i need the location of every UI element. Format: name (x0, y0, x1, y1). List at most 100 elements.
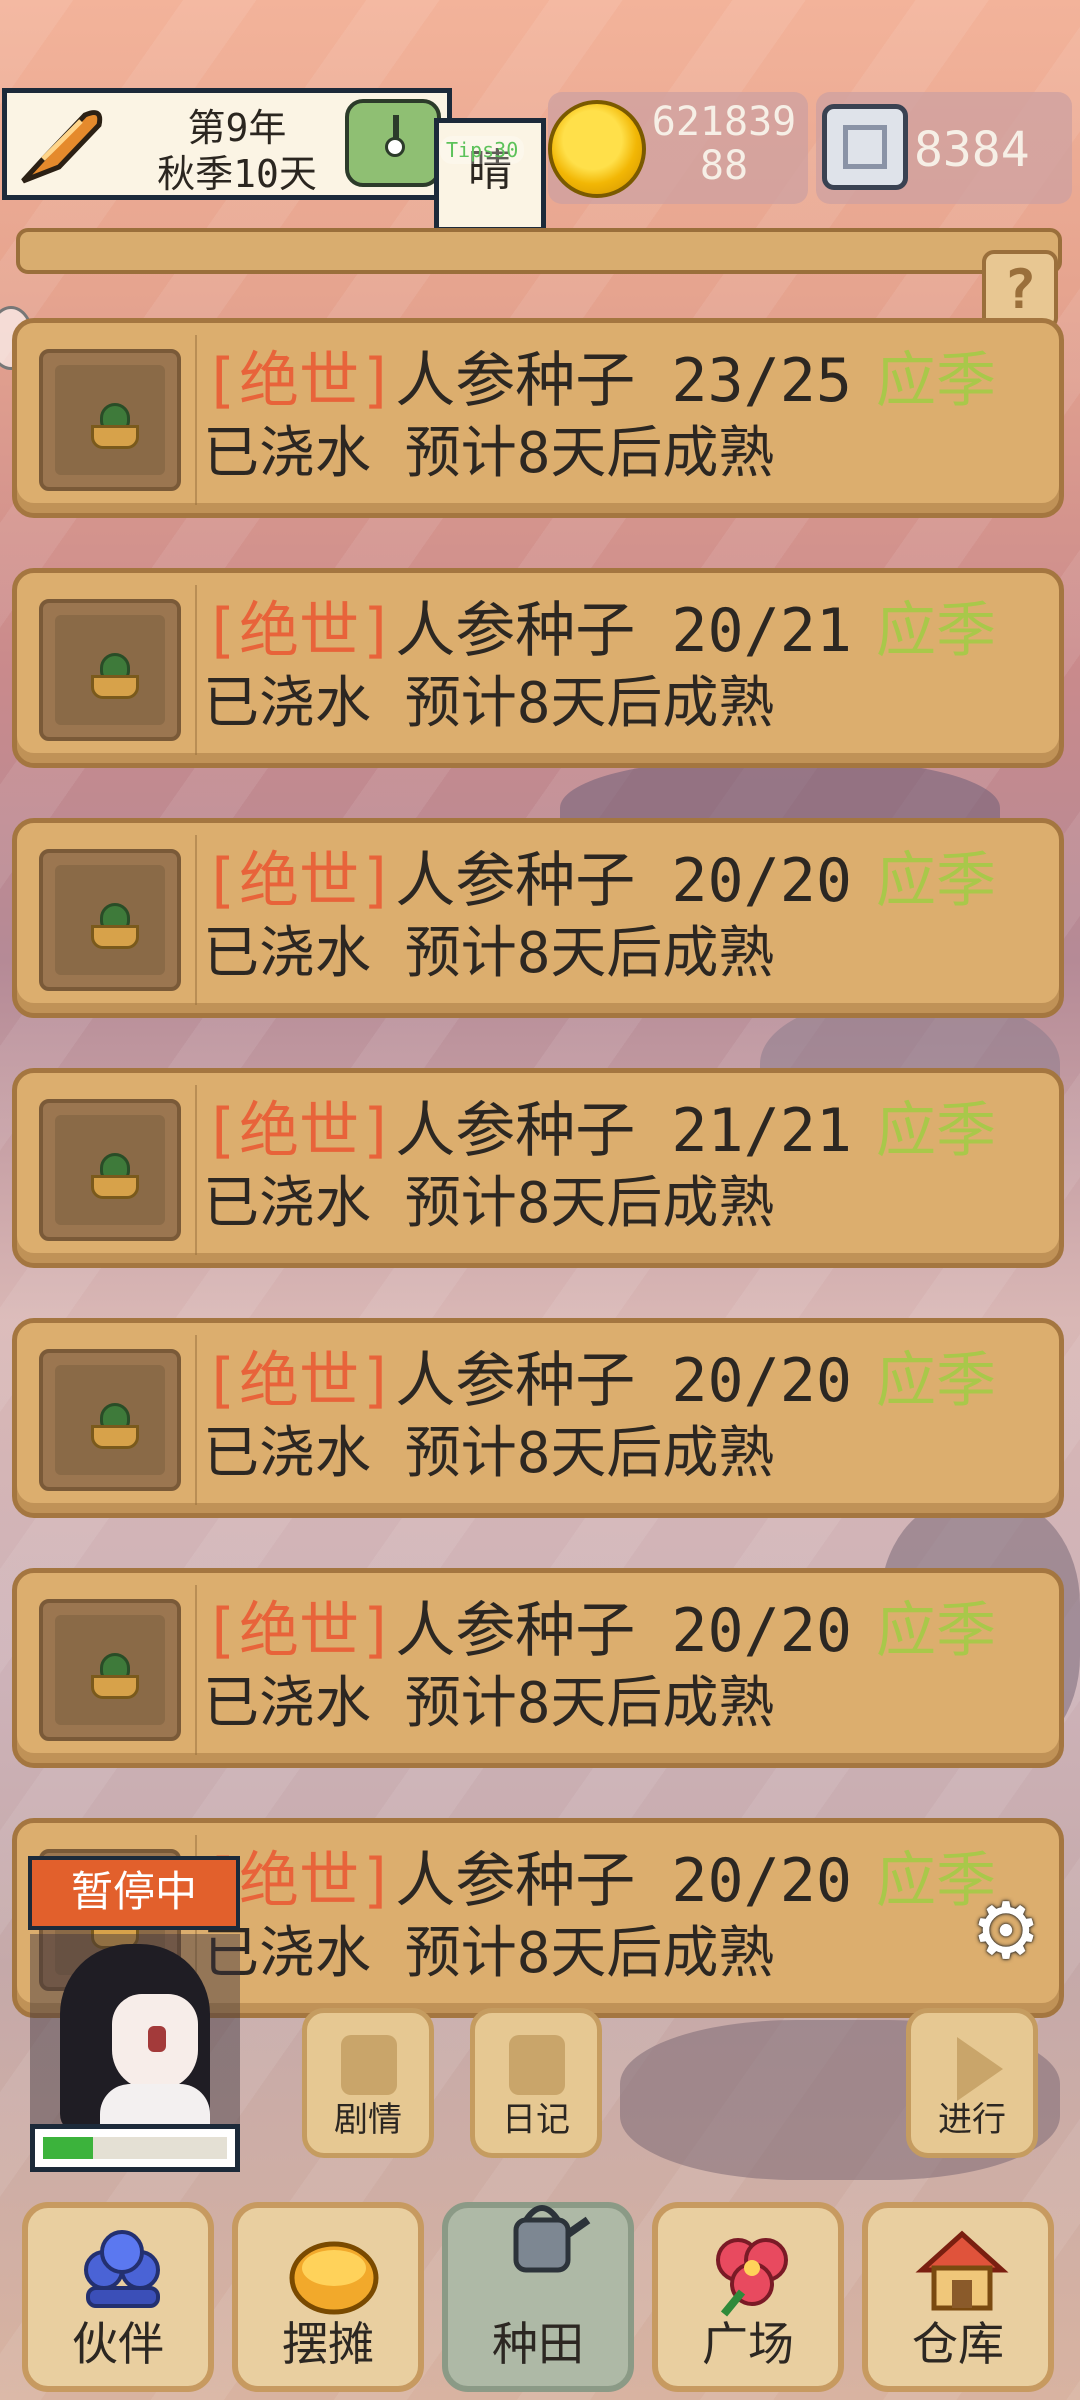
plot-status: 已浇水 预计8天后成熟 (203, 1171, 775, 1236)
story-button[interactable]: 剧情 (302, 2008, 434, 2158)
growth-progress: 20/21 (671, 596, 852, 666)
proceed-button[interactable]: 进行 (906, 2008, 1038, 2158)
plot-card[interactable]: [绝世]人参种子 23/25 应季已浇水 预计8天后成熟 (12, 318, 1064, 518)
season-tag: 应季 (876, 846, 996, 916)
crop-name: 人参种子 (395, 846, 636, 916)
season-tag: 应季 (876, 596, 996, 666)
plot-card[interactable]: [绝世]人参种子 20/20 应季已浇水 预计8天后成熟 (12, 1318, 1064, 1518)
tips-badge: Tips30 (440, 136, 525, 164)
plot-card[interactable]: [绝世]人参种子 20/21 应季已浇水 预计8天后成熟 (12, 568, 1064, 768)
divider (195, 1085, 197, 1255)
seed-slot (39, 1099, 181, 1241)
proceed-label: 进行 (938, 2100, 1006, 2140)
plot-status: 已浇水 预计8天后成熟 (203, 1421, 775, 1486)
chat-bubble-icon (509, 2035, 565, 2095)
grade-tag: [绝世] (203, 846, 396, 916)
season-tag: 应季 (876, 346, 996, 416)
plot-card[interactable]: [绝世]人参种子 21/21 应季已浇水 预计8天后成熟 (12, 1068, 1064, 1268)
companion-icon (84, 2230, 160, 2308)
sprout-icon (91, 403, 139, 449)
nav-label: 伙伴 (72, 2317, 164, 2371)
house-icon (915, 2230, 1009, 2311)
gold-amount: 621839 88 (651, 99, 797, 189)
crop-name: 人参种子 (395, 1346, 636, 1416)
nav-label: 摆摊 (282, 2317, 374, 2371)
stall-coins-icon (289, 2241, 379, 2315)
nav-warehouse[interactable]: 仓库 (862, 2202, 1054, 2392)
plot-status: 已浇水 预计8天后成熟 (203, 421, 775, 486)
growth-progress: 21/21 (671, 1096, 852, 1166)
diary-button[interactable]: 日记 (470, 2008, 602, 2158)
feather-icon (21, 110, 103, 184)
scroll-icon (341, 2035, 397, 2095)
grade-tag: [绝世] (203, 596, 396, 666)
nav-plaza[interactable]: 广场 (652, 2202, 844, 2392)
nav-label: 种田 (492, 2317, 584, 2371)
plot-card[interactable]: [绝世]人参种子 20/20 应季已浇水 预计8天后成熟 (12, 1568, 1064, 1768)
plot-status: 已浇水 预计8天后成熟 (203, 1671, 775, 1736)
crop-name: 人参种子 (395, 1596, 636, 1666)
plot-card[interactable]: [绝世]人参种子 20/20 应季已浇水 预计8天后成熟 (12, 818, 1064, 1018)
clock-icon[interactable] (345, 99, 441, 187)
crop-name: 人参种子 (395, 596, 636, 666)
sprout-icon (91, 1403, 139, 1449)
nav-stall[interactable]: 摆摊 (232, 2202, 424, 2392)
seed-slot (39, 849, 181, 991)
growth-progress: 20/20 (671, 1596, 852, 1666)
grade-tag: [绝世] (203, 346, 396, 416)
growth-progress: 20/20 (671, 846, 852, 916)
grade-tag: [绝世] (203, 1346, 396, 1416)
seed-slot (39, 599, 181, 741)
gem-amount: 8384 (914, 122, 1030, 178)
plot-title: [绝世]人参种子 20/20 应季 (203, 845, 996, 917)
divider (195, 585, 197, 755)
character-portrait[interactable] (30, 1934, 240, 2134)
sprout-icon (91, 1653, 139, 1699)
diary-label: 日记 (502, 2100, 570, 2140)
growth-progress: 20/20 (671, 1346, 852, 1416)
plot-title: [绝世]人参种子 20/20 应季 (203, 1845, 996, 1917)
stamina-bar (30, 2124, 240, 2172)
seed-slot (39, 1349, 181, 1491)
watering-can-icon (513, 2205, 591, 2273)
story-label: 剧情 (334, 2100, 402, 2140)
growth-progress: 23/25 (671, 346, 852, 416)
divider (195, 1335, 197, 1505)
season-day-label: 秋季10天 (157, 152, 317, 196)
sprout-icon (91, 1153, 139, 1199)
crop-name: 人参种子 (395, 346, 636, 416)
season-tag: 应季 (876, 1596, 996, 1666)
crop-name: 人参种子 (395, 1846, 636, 1916)
grade-tag: [绝世] (203, 1596, 396, 1666)
growth-progress: 20/20 (671, 1846, 852, 1916)
seed-slot (39, 1599, 181, 1741)
nav-companion[interactable]: 伙伴 (22, 2202, 214, 2392)
plot-title: [绝世]人参种子 21/21 应季 (203, 1095, 996, 1167)
plot-title: [绝世]人参种子 20/20 应季 (203, 1595, 996, 1667)
grade-tag: [绝世] (203, 1096, 396, 1166)
nav-label: 广场 (702, 2317, 794, 2371)
plot-status: 已浇水 预计8天后成熟 (203, 671, 775, 736)
plot-status: 已浇水 预计8天后成熟 (203, 921, 775, 986)
divider (195, 1585, 197, 1755)
plot-title: [绝世]人参种子 20/20 应季 (203, 1345, 996, 1417)
plot-title: [绝世]人参种子 23/25 应季 (203, 345, 996, 417)
flower-icon (716, 2238, 788, 2317)
season-tag: 应季 (876, 1346, 996, 1416)
gold-coin-icon (548, 100, 646, 198)
list-header-strip (16, 228, 1062, 274)
seed-slot (39, 349, 181, 491)
divider (195, 335, 197, 505)
divider (195, 835, 197, 1005)
nav-label: 仓库 (912, 2317, 1004, 2371)
sprout-icon (91, 903, 139, 949)
crop-name: 人参种子 (395, 1096, 636, 1166)
gem-icon (822, 104, 908, 190)
nav-farm[interactable]: 种田 (442, 2202, 634, 2392)
settings-gear-icon[interactable]: ⚙ (958, 1878, 1054, 1974)
paused-badge[interactable]: 暂停中 (28, 1856, 240, 1930)
sprout-icon (91, 653, 139, 699)
date-panel[interactable]: 第9年 秋季10天 (2, 88, 452, 200)
season-tag: 应季 (876, 1096, 996, 1166)
plot-status: 已浇水 预计8天后成熟 (203, 1921, 775, 1986)
